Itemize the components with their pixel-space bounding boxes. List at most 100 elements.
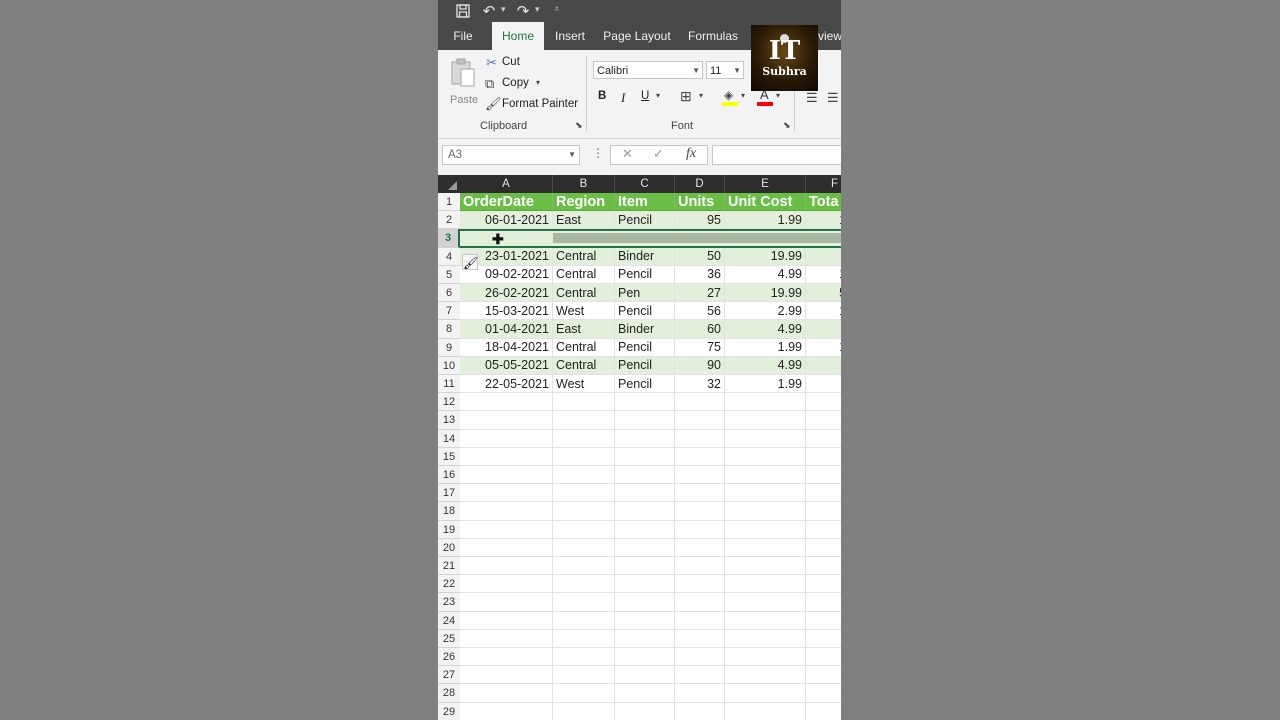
column-header-e[interactable]: E (725, 175, 806, 193)
undo-dropdown-icon[interactable]: ▾ (501, 4, 506, 15)
cell-e23[interactable] (725, 593, 806, 611)
row-header-29[interactable]: 29 (438, 702, 460, 720)
cell-b7[interactable]: West (553, 302, 615, 320)
cell-c29[interactable] (615, 702, 675, 720)
cell-a27[interactable] (460, 666, 553, 684)
cell-b15[interactable] (553, 447, 615, 465)
copy-dropdown-icon[interactable]: ▾ (536, 78, 540, 87)
cell-f25[interactable] (806, 630, 841, 647)
cell-f29[interactable] (806, 703, 841, 720)
fill-color-dropdown-icon[interactable]: ▾ (741, 91, 745, 100)
column-header-c[interactable]: C (615, 175, 675, 193)
cell-b13[interactable] (553, 411, 615, 429)
cell-d29[interactable] (675, 702, 725, 720)
cell-d17[interactable] (675, 484, 725, 502)
cell-e19[interactable] (725, 520, 806, 538)
insert-function-icon[interactable]: fx (686, 146, 696, 162)
cell-c6[interactable]: Pen (615, 284, 675, 302)
cell-e6[interactable]: 19.99 (725, 284, 806, 302)
cell-c7[interactable]: Pencil (615, 302, 675, 320)
cell-d6[interactable]: 27 (675, 284, 725, 302)
cell-e21[interactable] (725, 557, 806, 575)
cell-a6[interactable]: 26-02-2021 (460, 284, 553, 302)
cell-c14[interactable] (615, 429, 675, 447)
cell-e11[interactable]: 1.99 (725, 375, 806, 393)
row-header-25[interactable]: 25 (438, 629, 460, 648)
cell-f14[interactable] (806, 430, 841, 447)
cell-c17[interactable] (615, 484, 675, 502)
row-header-17[interactable]: 17 (438, 484, 460, 503)
align-center-icon[interactable]: ☰ (827, 90, 839, 106)
cell-c8[interactable]: Binder (615, 320, 675, 338)
cell-b14[interactable] (553, 429, 615, 447)
cell-f13[interactable] (806, 411, 841, 428)
cut-button[interactable]: Cut (502, 56, 520, 68)
cell-e28[interactable] (725, 684, 806, 702)
cell-e20[interactable] (725, 538, 806, 556)
cell-b11[interactable]: West (553, 375, 615, 393)
cell-f21[interactable] (806, 557, 841, 574)
cell-a28[interactable] (460, 684, 553, 702)
format-painter-button[interactable]: Format Painter (502, 98, 578, 110)
cell-c9[interactable]: Pencil (615, 338, 675, 356)
cell-c11[interactable]: Pencil (615, 375, 675, 393)
cell-e10[interactable]: 4.99 (725, 356, 806, 374)
inserted-row[interactable]: ✚ (460, 229, 841, 248)
cell-b19[interactable] (553, 520, 615, 538)
cell-c22[interactable] (615, 575, 675, 593)
row-header-21[interactable]: 21 (438, 557, 460, 576)
cell-f5[interactable]: 179 (806, 266, 841, 283)
cell-a15[interactable] (460, 447, 553, 465)
underline-button[interactable]: U (641, 90, 649, 102)
row-header-20[interactable]: 20 (438, 538, 460, 557)
cell-e16[interactable] (725, 466, 806, 484)
cell-b12[interactable] (553, 393, 615, 411)
cell-e7[interactable]: 2.99 (725, 302, 806, 320)
cell-a20[interactable] (460, 538, 553, 556)
cell-d4[interactable]: 50 (675, 247, 725, 265)
cell-f16[interactable] (806, 466, 841, 483)
cell-a22[interactable] (460, 575, 553, 593)
cell-f17[interactable] (806, 484, 841, 501)
cell-f23[interactable] (806, 593, 841, 610)
cell-f1[interactable]: Tota (806, 193, 841, 210)
cell-b1[interactable]: Region (553, 193, 615, 211)
cell-a2[interactable]: 06-01-2021 (460, 211, 553, 229)
cell-f7[interactable]: 167 (806, 302, 841, 319)
cell-f12[interactable] (806, 393, 841, 410)
cell-a19[interactable] (460, 520, 553, 538)
cell-e29[interactable] (725, 702, 806, 720)
cell-c13[interactable] (615, 411, 675, 429)
row-header-18[interactable]: 18 (438, 502, 460, 521)
cell-e25[interactable] (725, 629, 806, 647)
column-header-a[interactable]: A (460, 175, 553, 193)
row-header-10[interactable]: 10 (438, 356, 460, 375)
cell-a24[interactable] (460, 611, 553, 629)
cell-d25[interactable] (675, 629, 725, 647)
tab-file[interactable]: File (444, 22, 482, 50)
row-header-16[interactable]: 16 (438, 466, 460, 485)
cell-c18[interactable] (615, 502, 675, 520)
cell-e26[interactable] (725, 648, 806, 666)
cell-d9[interactable]: 75 (675, 338, 725, 356)
customize-toolbar-icon[interactable]: ⩡ (554, 4, 560, 15)
cell-b27[interactable] (553, 666, 615, 684)
cancel-icon[interactable]: ✕ (622, 146, 633, 162)
row-header-27[interactable]: 27 (438, 666, 460, 685)
cell-c26[interactable] (615, 648, 675, 666)
row-header-6[interactable]: 6 (438, 284, 460, 303)
cell-d20[interactable] (675, 538, 725, 556)
tab-home[interactable]: Home (492, 22, 544, 50)
row-header-12[interactable]: 12 (438, 393, 460, 412)
font-launcher-icon[interactable]: ⬊ (783, 120, 791, 131)
cell-a18[interactable] (460, 502, 553, 520)
cell-a26[interactable] (460, 648, 553, 666)
cell-a23[interactable] (460, 593, 553, 611)
font-color-dropdown-icon[interactable]: ▾ (776, 91, 780, 100)
cell-d13[interactable] (675, 411, 725, 429)
more-options-icon[interactable]: ⋮ (592, 146, 604, 160)
cell-d24[interactable] (675, 611, 725, 629)
row-header-2[interactable]: 2 (438, 211, 460, 230)
cell-a21[interactable] (460, 557, 553, 575)
cell-d1[interactable]: Units (675, 193, 725, 211)
